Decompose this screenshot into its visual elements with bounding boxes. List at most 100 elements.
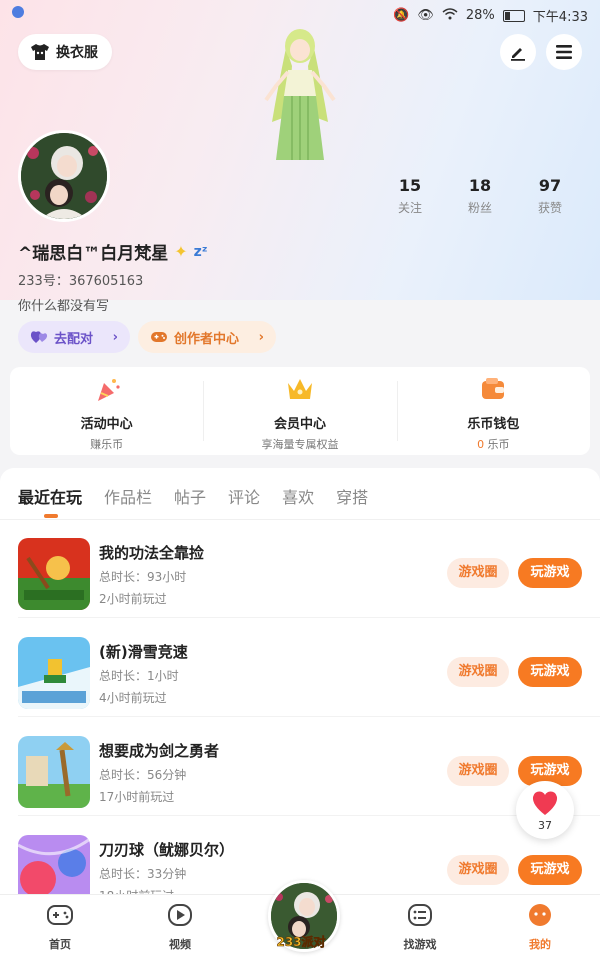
play-game-button[interactable]: 玩游戏 [518, 657, 582, 687]
game-circle-button[interactable]: 游戏圈 [447, 855, 509, 885]
avatar-3d-figure[interactable] [258, 26, 342, 160]
eye-icon: 👁 [417, 8, 434, 23]
nav-mine[interactable]: 我的 [500, 903, 580, 952]
nav-label: 我的 [529, 938, 551, 951]
stat-value: 97 [538, 176, 562, 195]
service-subtitle: 0 乐币 [397, 436, 590, 452]
game-name: 想要成为剑之勇者 [99, 742, 220, 760]
game-last-played: 4小时前玩过 [99, 691, 167, 705]
tab-works[interactable]: 作品栏 [104, 484, 152, 508]
nav-label: 视频 [169, 938, 191, 951]
stat-value: 15 [398, 176, 422, 195]
chevron-right-icon: › [258, 329, 264, 345]
tshirt-icon [31, 44, 49, 60]
nav-video[interactable]: 视频 [140, 903, 220, 952]
app-notification-icon [12, 6, 24, 18]
user-id: 233号：367605163 [18, 274, 144, 289]
coin-balance: 0 [477, 438, 485, 451]
game-last-played: 2小时前玩过 [99, 592, 167, 606]
nav-find-games[interactable]: 找游戏 [380, 903, 460, 952]
game-thumbnail [18, 736, 90, 808]
change-outfit-button[interactable]: 换衣服 [18, 34, 112, 70]
like-float-button[interactable]: 37 [516, 781, 574, 839]
play-game-button[interactable]: 玩游戏 [518, 855, 582, 885]
change-outfit-label: 换衣服 [56, 45, 98, 61]
game-thumbnail [18, 637, 90, 709]
tab-likes[interactable]: 喜欢 [282, 484, 314, 508]
party-popper-icon [97, 379, 120, 401]
content-panel: 最近在玩 作品栏 帖子 评论 喜欢 穿搭 我的功法全靠捡 总时长：93小时 2小… [0, 468, 600, 907]
service-title: 活动中心 [80, 417, 133, 432]
user-avatar[interactable] [18, 130, 110, 222]
nav-home[interactable]: 首页 [20, 903, 100, 952]
profile-stats: 15 关注 18 粉丝 97 获赞 [380, 176, 580, 216]
play-icon [168, 904, 192, 926]
battery-percent: 28% [465, 8, 495, 23]
pen-icon [511, 48, 525, 61]
divider [18, 815, 600, 816]
profile-face-icon [529, 904, 551, 926]
wallet-button[interactable]: 乐币钱包 0 乐币 [396, 367, 590, 455]
divider [18, 716, 600, 717]
stat-followers[interactable]: 18 粉丝 [450, 176, 510, 216]
crown-icon [287, 379, 312, 399]
nav-label: 找游戏 [403, 938, 437, 951]
hearts-icon [30, 331, 48, 343]
creator-center-label: 创作者中心 [174, 331, 240, 347]
game-last-played: 17小时前玩过 [99, 790, 175, 804]
heart-icon [532, 791, 558, 815]
match-button[interactable]: 去配对 › [18, 321, 130, 353]
list-icon [408, 904, 432, 926]
game-circle-button[interactable]: 游戏圈 [447, 558, 509, 588]
game-row[interactable]: 我的功法全靠捡 总时长：93小时 2小时前玩过 游戏圈 玩游戏 [0, 520, 600, 618]
game-thumbnail [18, 538, 90, 610]
stat-label: 关注 [397, 201, 422, 215]
service-subtitle: 赚乐币 [90, 438, 124, 451]
service-title: 乐币钱包 [467, 417, 520, 432]
game-name: (新)滑雪竞速 [99, 643, 188, 661]
like-count: 37 [538, 819, 552, 832]
vip-center-button[interactable]: 会员中心 享海量专属权益 [203, 367, 396, 455]
gamepad-icon [151, 332, 167, 342]
play-game-button[interactable]: 玩游戏 [518, 558, 582, 588]
stat-label: 粉丝 [467, 201, 492, 215]
wifi-icon [442, 7, 458, 24]
game-duration: 总时长：93小时 [99, 570, 187, 584]
clock: 下午4:33 [532, 10, 588, 25]
tab-outfits[interactable]: 穿搭 [336, 484, 368, 508]
tab-recently-played[interactable]: 最近在玩 [18, 484, 82, 518]
menu-button[interactable] [546, 34, 582, 70]
stat-following[interactable]: 15 关注 [380, 176, 440, 216]
coin-unit: 乐币 [484, 438, 510, 451]
content-tabs: 最近在玩 作品栏 帖子 评论 喜欢 穿搭 [18, 484, 390, 518]
sparkle-icon: ✦ [174, 242, 188, 261]
service-subtitle: 享海量专属权益 [261, 438, 339, 451]
stat-likes[interactable]: 97 获赞 [520, 176, 580, 216]
chevron-right-icon: › [112, 329, 118, 345]
game-name: 我的功法全靠捡 [99, 544, 205, 562]
activity-center-button[interactable]: 活动中心 赚乐币 [10, 367, 203, 455]
battery-icon [502, 9, 525, 22]
game-row[interactable]: (新)滑雪竞速 总时长：1小时 4小时前玩过 游戏圈 玩游戏 [0, 619, 600, 717]
wallet-icon [482, 378, 505, 399]
game-row[interactable]: 想要成为剑之勇者 总时长：56分钟 17小时前玩过 游戏圈 玩游戏 [0, 718, 600, 816]
user-name-text: ^瑞思白™白月梵星 [18, 244, 169, 264]
stat-label: 获赞 [537, 201, 562, 215]
tab-comments[interactable]: 评论 [228, 484, 260, 508]
creator-center-button[interactable]: 创作者中心 › [138, 321, 276, 353]
user-name: ^瑞思白™白月梵星 ✦ zᶻ [18, 239, 208, 264]
divider [18, 617, 600, 618]
service-title: 会员中心 [273, 417, 326, 432]
game-circle-button[interactable]: 游戏圈 [447, 657, 509, 687]
mute-icon: 🔕 [393, 8, 410, 23]
nav-label: 首页 [49, 938, 71, 951]
status-bar: 🔕 👁 28% 下午4:33 [0, 0, 600, 28]
gamepad-icon [47, 905, 73, 925]
stat-value: 18 [468, 176, 492, 195]
sleep-zzz-icon: zᶻ [193, 243, 208, 260]
game-duration: 总时长：33分钟 [99, 867, 187, 881]
edit-profile-button[interactable] [500, 34, 536, 70]
tab-posts[interactable]: 帖子 [174, 484, 206, 508]
game-circle-button[interactable]: 游戏圈 [447, 756, 509, 786]
hamburger-icon [556, 45, 572, 59]
